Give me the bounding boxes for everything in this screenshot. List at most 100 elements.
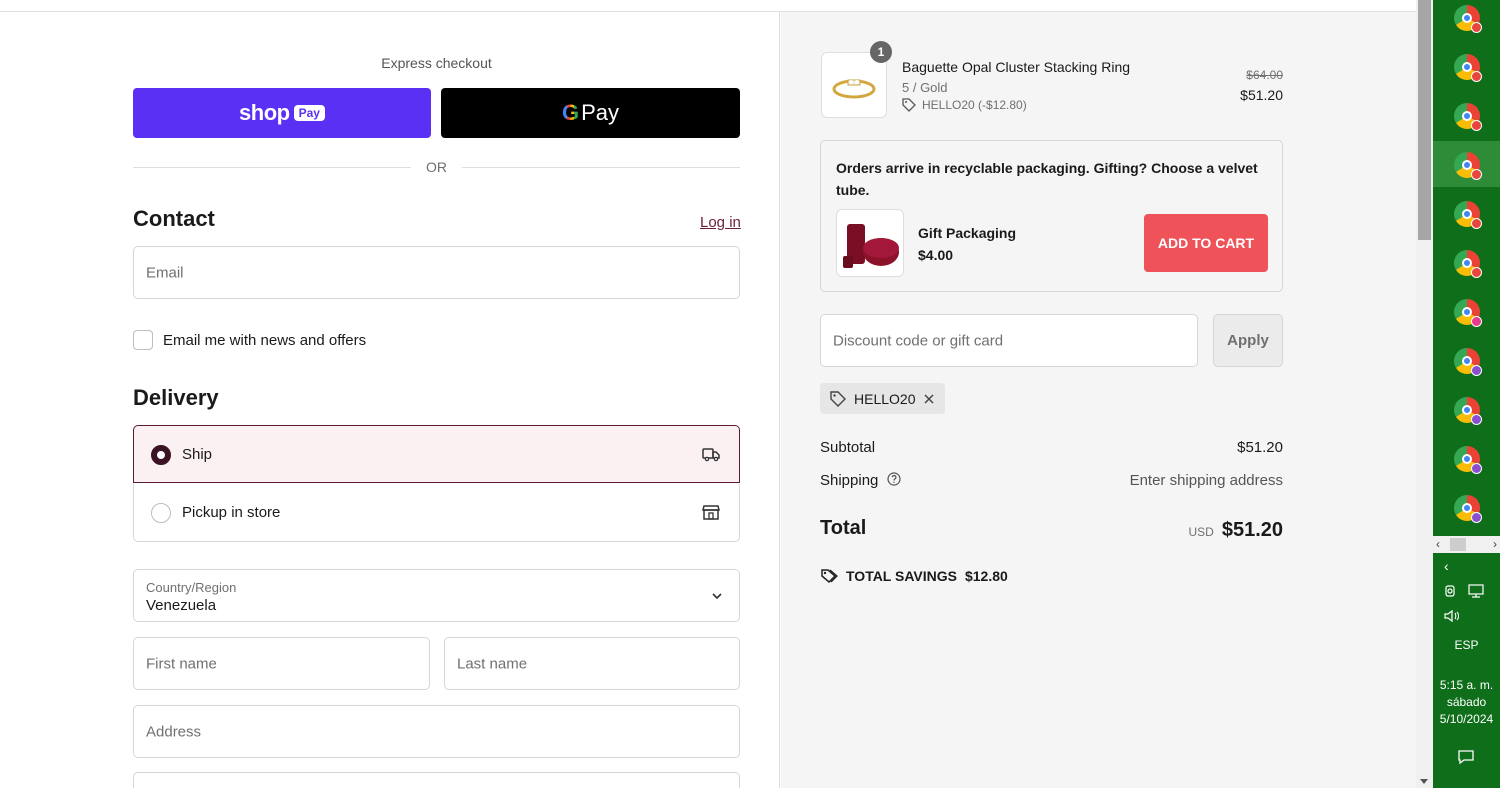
profile-badge-icon bbox=[1471, 218, 1482, 229]
total-row: Total USD $51.20 bbox=[820, 517, 1283, 542]
shop-pay-button[interactable]: shop Pay bbox=[133, 88, 431, 138]
profile-badge-icon bbox=[1471, 22, 1482, 33]
product-name: Baguette Opal Cluster Stacking Ring bbox=[902, 59, 1131, 75]
help-icon[interactable] bbox=[886, 472, 901, 486]
country-select[interactable]: Country/Region Venezuela bbox=[133, 569, 740, 622]
volume-icon[interactable] bbox=[1443, 608, 1461, 624]
delivery-option-pickup[interactable]: Pickup in store bbox=[133, 484, 740, 542]
chevron-down-icon bbox=[712, 593, 722, 600]
show-hidden-icons-chevron[interactable]: ‹ bbox=[1444, 558, 1449, 574]
order-summary-column: 1 Baguette Opal Cluster Stacking Ring 5 … bbox=[781, 12, 1416, 788]
page-scrollbar[interactable] bbox=[1416, 0, 1433, 788]
top-header-bar bbox=[0, 0, 1416, 12]
apply-button[interactable]: Apply bbox=[1213, 314, 1283, 367]
chrome-taskbar-icon[interactable] bbox=[1454, 397, 1482, 425]
remove-discount-icon[interactable] bbox=[923, 393, 935, 405]
newsletter-checkbox[interactable] bbox=[133, 330, 153, 350]
total-amount: USD $51.20 bbox=[1188, 519, 1283, 542]
pickup-radio[interactable] bbox=[151, 503, 171, 523]
profile-badge-icon bbox=[1471, 267, 1482, 278]
last-name-field[interactable]: Last name bbox=[444, 637, 740, 690]
discount-code-field[interactable]: Discount code or gift card bbox=[820, 314, 1198, 367]
email-placeholder: Email bbox=[146, 264, 184, 281]
shipping-row: Shipping Enter shipping address bbox=[820, 472, 1283, 489]
shop-pay-wordmark: shop bbox=[239, 100, 290, 125]
chrome-taskbar-icon[interactable] bbox=[1454, 348, 1482, 376]
ship-radio[interactable] bbox=[151, 445, 171, 465]
clock-time[interactable]: 5:15 a. m. bbox=[1433, 677, 1500, 694]
pickup-label: Pickup in store bbox=[182, 504, 281, 521]
address-placeholder: Address bbox=[146, 723, 202, 740]
profile-badge-icon bbox=[1471, 71, 1482, 82]
tag-icon bbox=[902, 98, 916, 112]
scroll-right-arrow[interactable]: › bbox=[1493, 536, 1497, 553]
taskbar-scrollbar[interactable]: ‹ › bbox=[1433, 536, 1500, 553]
shop-pay-badge: Pay bbox=[293, 105, 325, 121]
checkout-form-column: Express checkout shop Pay G Pay OR Conta… bbox=[0, 12, 780, 788]
store-icon bbox=[702, 505, 720, 520]
currency-code: USD bbox=[1188, 525, 1214, 539]
contact-heading: Contact bbox=[133, 206, 215, 231]
input-language[interactable]: ESP bbox=[1433, 637, 1500, 654]
ring-image bbox=[832, 79, 876, 99]
product-discount: HELLO20 (-$12.80) bbox=[902, 98, 1027, 112]
profile-badge-icon bbox=[1471, 414, 1482, 425]
gift-packaging-thumbnail bbox=[836, 209, 904, 277]
profile-badge-icon bbox=[1471, 169, 1482, 180]
applied-code: HELLO20 bbox=[854, 390, 916, 407]
chrome-taskbar-icon[interactable] bbox=[1454, 103, 1482, 131]
clock-date[interactable]: 5/10/2024 bbox=[1433, 711, 1500, 728]
profile-badge-icon bbox=[1471, 463, 1482, 474]
total-label: Total bbox=[820, 517, 867, 539]
quantity-badge: 1 bbox=[870, 41, 892, 63]
shipping-label: Shipping bbox=[820, 472, 879, 489]
address-field[interactable]: Address bbox=[133, 705, 740, 758]
scrollbar-thumb[interactable] bbox=[1418, 0, 1431, 240]
clock-day[interactable]: sábado bbox=[1433, 694, 1500, 711]
taskbar-scroll-thumb[interactable] bbox=[1450, 538, 1466, 551]
product-discount-label: HELLO20 (-$12.80) bbox=[922, 98, 1027, 112]
google-g-icon: G bbox=[561, 100, 580, 125]
google-pay-button[interactable]: G Pay bbox=[441, 88, 740, 138]
notifications-icon[interactable] bbox=[1457, 748, 1475, 766]
product-variant: 5 / Gold bbox=[902, 80, 948, 95]
chrome-taskbar-icon[interactable] bbox=[1454, 250, 1482, 278]
total-value: $51.20 bbox=[1221, 519, 1283, 541]
chrome-taskbar-icon[interactable] bbox=[1454, 495, 1482, 523]
subtotal-value: $51.20 bbox=[1237, 439, 1283, 456]
add-to-cart-button[interactable]: ADD TO CART bbox=[1144, 214, 1268, 272]
scroll-down-arrow[interactable] bbox=[1420, 779, 1428, 784]
chrome-taskbar-icon[interactable] bbox=[1454, 446, 1482, 474]
or-label: OR bbox=[426, 159, 447, 175]
delivery-option-ship[interactable]: Ship bbox=[133, 425, 740, 483]
log-in-link[interactable]: Log in bbox=[700, 214, 741, 231]
meet-now-icon[interactable] bbox=[1443, 583, 1459, 599]
chrome-taskbar-icon[interactable] bbox=[1454, 299, 1482, 327]
savings-value: $12.80 bbox=[964, 568, 1008, 584]
chrome-taskbar-icon[interactable] bbox=[1454, 5, 1482, 33]
profile-badge-icon bbox=[1471, 512, 1482, 523]
chrome-taskbar-icon[interactable] bbox=[1454, 201, 1482, 229]
tag-icon bbox=[830, 390, 846, 407]
chrome-taskbar-icon[interactable] bbox=[1454, 152, 1482, 180]
applied-discount-chip: HELLO20 bbox=[820, 383, 946, 414]
discount-placeholder: Discount code or gift card bbox=[833, 332, 1004, 349]
windows-taskbar: ‹ › ‹ ESP 5:15 a. m. sábado 5/10/2024 bbox=[1433, 0, 1500, 788]
profile-badge-icon bbox=[1471, 365, 1482, 376]
discounted-price: $51.20 bbox=[1240, 87, 1283, 103]
newsletter-label: Email me with news and offers bbox=[163, 332, 367, 349]
gift-upsell-card: Orders arrive in recyclable packaging. G… bbox=[820, 140, 1283, 292]
first-name-field[interactable]: First name bbox=[133, 637, 430, 690]
subtotal-label: Subtotal bbox=[820, 439, 876, 456]
scroll-left-arrow[interactable]: ‹ bbox=[1436, 536, 1440, 553]
total-savings: TOTAL SAVINGS $12.80 bbox=[820, 567, 1008, 585]
google-pay-label: Pay bbox=[581, 100, 620, 125]
email-field[interactable]: Email bbox=[133, 246, 740, 299]
savings-label: TOTAL SAVINGS bbox=[846, 568, 957, 584]
first-name-placeholder: First name bbox=[146, 655, 217, 672]
network-icon[interactable] bbox=[1467, 583, 1485, 599]
address-line-2-field[interactable] bbox=[133, 772, 740, 788]
upsell-message: Orders arrive in recyclable packaging. G… bbox=[836, 160, 1258, 198]
chrome-taskbar-icon[interactable] bbox=[1454, 54, 1482, 82]
ship-label: Ship bbox=[182, 446, 213, 463]
